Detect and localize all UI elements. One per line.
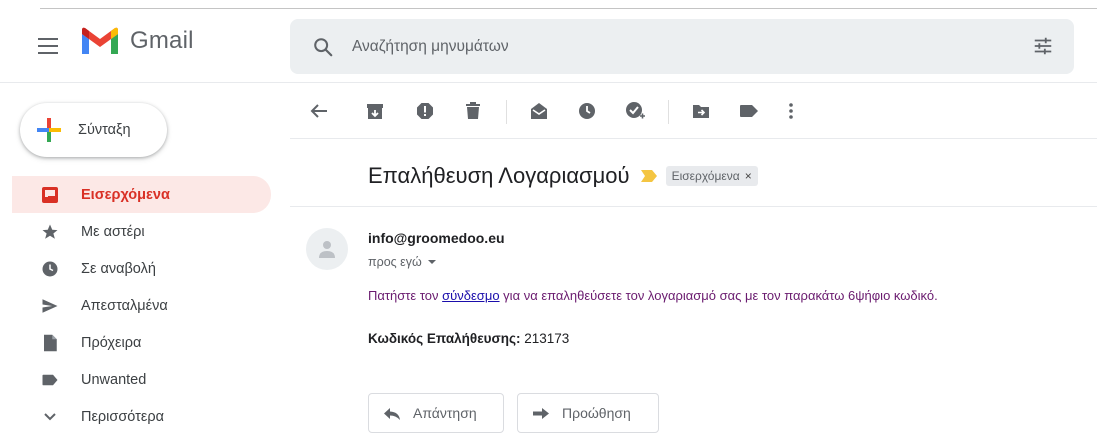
- sidebar-item-starred[interactable]: Με αστέρι: [12, 213, 271, 250]
- add-to-tasks-icon[interactable]: [624, 100, 646, 122]
- verification-code-line: Κωδικός Επαλήθευσης: 213173: [368, 331, 569, 346]
- recipient-details[interactable]: προς εγώ: [368, 255, 436, 269]
- label-icon: [40, 370, 60, 390]
- label-icon[interactable]: [738, 100, 760, 122]
- email-subject: Επαλήθευση Λογαριασμού: [368, 163, 630, 188]
- reply-button[interactable]: Απάντηση: [368, 393, 504, 433]
- sender-avatar[interactable]: [306, 228, 348, 270]
- sidebar-item-label: Εισερχόμενα: [81, 186, 170, 203]
- move-to-icon[interactable]: [690, 100, 712, 122]
- mark-unread-icon[interactable]: [528, 100, 550, 122]
- search-options-icon[interactable]: [1032, 35, 1054, 57]
- inbox-label-chip[interactable]: Εισερχόμενα ×: [665, 166, 758, 186]
- forward-button[interactable]: Προώθηση: [517, 393, 659, 433]
- gmail-logo[interactable]: Gmail: [80, 26, 194, 56]
- send-icon: [40, 296, 60, 316]
- compose-button[interactable]: Σύνταξη: [20, 103, 167, 157]
- forward-icon: [533, 408, 549, 419]
- search-icon[interactable]: [312, 36, 334, 58]
- sidebar-item-label: Με αστέρι: [81, 223, 145, 240]
- sidebar-item-snoozed[interactable]: Σε αναβολή: [12, 250, 271, 287]
- caret-down-icon[interactable]: [427, 260, 436, 264]
- sidebar-item-sent[interactable]: Απεσταλμένα: [12, 287, 271, 324]
- snooze-icon[interactable]: [576, 100, 598, 122]
- more-options-icon[interactable]: [780, 100, 802, 122]
- sidebar-item-label: Σε αναβολή: [81, 260, 156, 277]
- message-toolbar: [300, 92, 1090, 132]
- sidebar-item-label: Απεσταλμένα: [81, 297, 168, 314]
- verification-link[interactable]: σύνδεσμο: [442, 288, 499, 303]
- gmail-m-icon: [82, 27, 118, 54]
- star-icon: [40, 222, 60, 242]
- back-arrow-icon[interactable]: [308, 100, 330, 122]
- body-text-after: για να επαληθεύσετε τον λογαριασμό σας μ…: [499, 288, 938, 303]
- clock-icon: [40, 259, 60, 279]
- body-text-before: Πατήστε τον: [368, 288, 443, 303]
- report-spam-icon[interactable]: [414, 100, 436, 122]
- toolbar-divider: [290, 138, 1097, 139]
- sidebar-item-label: Unwanted: [81, 371, 147, 388]
- delete-icon[interactable]: [462, 100, 484, 122]
- subject-divider: [290, 206, 1097, 207]
- sidebar-item-drafts[interactable]: Πρόχειρα: [12, 324, 271, 361]
- forward-label: Προώθηση: [562, 405, 631, 421]
- sidebar-item-inbox[interactable]: Εισερχόμενα: [12, 176, 271, 213]
- recipient-text: προς εγώ: [368, 255, 422, 269]
- email-body-line: Πατήστε τον σύνδεσμο για να επαληθεύσετε…: [368, 288, 938, 303]
- header-divider: [0, 82, 1097, 83]
- draft-icon: [40, 333, 60, 353]
- remove-label-icon[interactable]: ×: [745, 169, 752, 183]
- reply-icon: [384, 408, 400, 420]
- inbox-icon: [40, 185, 60, 205]
- chevron-down-icon: [40, 407, 60, 427]
- sidebar-item-more[interactable]: Περισσότερα: [12, 398, 271, 435]
- compose-label: Σύνταξη: [78, 122, 131, 138]
- search-input[interactable]: [350, 36, 974, 57]
- sidebar-item-label: Περισσότερα: [81, 408, 164, 425]
- sender-address[interactable]: info@groomedoo.eu: [368, 230, 505, 246]
- importance-marker-icon[interactable]: [640, 169, 658, 183]
- sidebar-item-label: Πρόχειρα: [81, 334, 142, 351]
- window-top-border: [40, 8, 1097, 9]
- toolbar-separator: [668, 100, 669, 124]
- code-label: Κωδικός Επαλήθευσης:: [368, 331, 521, 346]
- toolbar-separator: [506, 100, 507, 124]
- sidebar-nav: Εισερχόμενα Με αστέρι Σε αναβολή Απεσταλ…: [0, 176, 272, 435]
- label-chip-text: Εισερχόμενα: [671, 169, 740, 183]
- search-bar[interactable]: [290, 19, 1074, 74]
- archive-icon[interactable]: [364, 100, 386, 122]
- main-menu-icon[interactable]: [38, 38, 58, 54]
- subject-row: Επαλήθευση Λογαριασμού Εισερχόμενα ×: [368, 163, 758, 189]
- person-icon: [319, 241, 335, 258]
- reply-label: Απάντηση: [413, 405, 477, 421]
- compose-plus-icon: [37, 118, 61, 142]
- code-value: 213173: [520, 331, 570, 346]
- app-name: Gmail: [130, 27, 194, 54]
- sidebar-item-unwanted[interactable]: Unwanted: [12, 361, 271, 398]
